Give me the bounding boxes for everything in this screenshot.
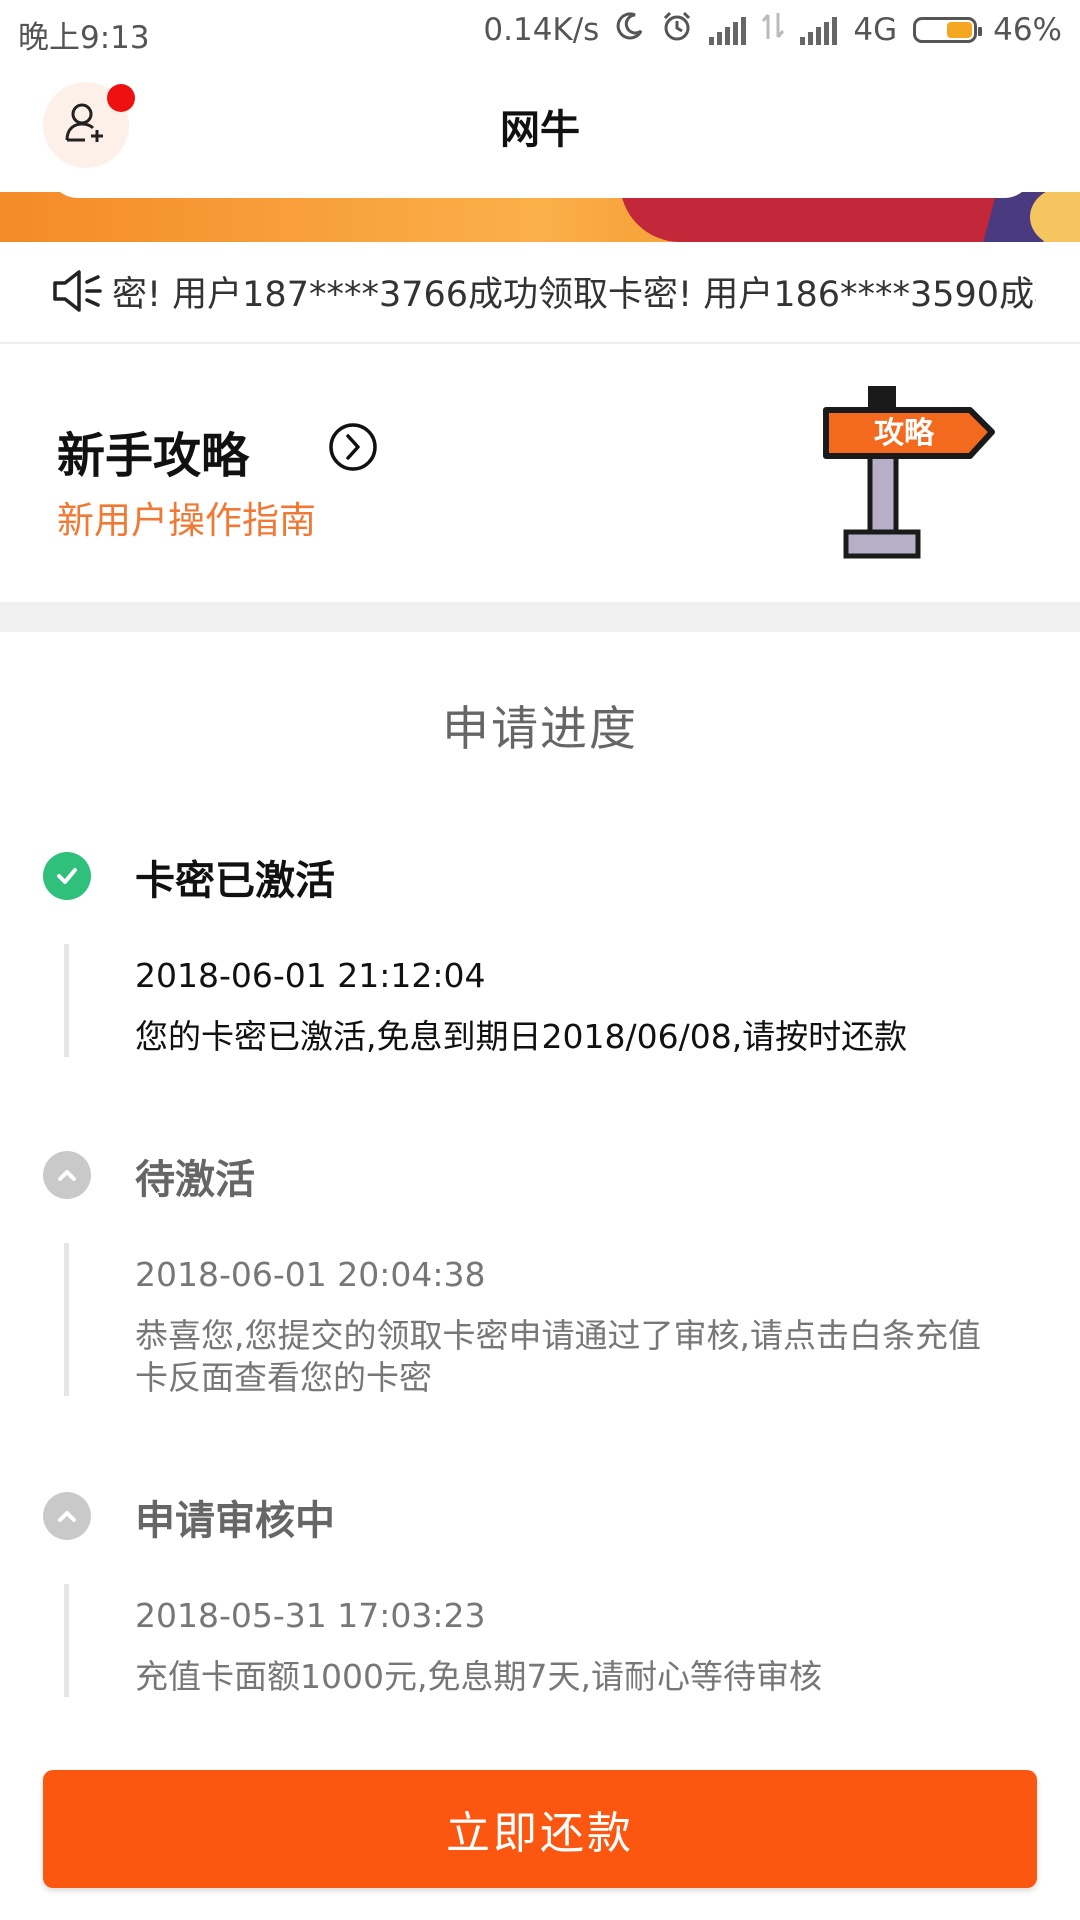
- signal-icon: [709, 15, 747, 45]
- step-time: 2018-05-31 17:03:23: [135, 1596, 486, 1635]
- timeline-line: [64, 944, 69, 1057]
- speaker-icon: [52, 268, 104, 318]
- notice-bar: 密! 用户187****3766成功领取卡密! 用户186****3590成功领…: [0, 242, 1080, 344]
- notice-text: 密! 用户187****3766成功领取卡密! 用户186****3590成功领…: [112, 275, 1036, 315]
- section-divider: [0, 602, 1080, 632]
- guide-subtitle: 新用户操作指南: [57, 499, 316, 542]
- step-time: 2018-06-01 20:04:38: [135, 1255, 486, 1294]
- signal-icon-2: [800, 15, 838, 45]
- status-time: 晚上9:13: [18, 20, 150, 56]
- timeline-line: [64, 1584, 69, 1697]
- moon-icon: [615, 11, 645, 49]
- step-description: 您的卡密已激活,免息到期日2018/06/08,请按时还款: [135, 1017, 908, 1056]
- chevron-up-icon: [43, 1151, 91, 1199]
- guide-heading: 新手攻略: [57, 428, 250, 484]
- chevron-right-circle-icon[interactable]: [327, 421, 379, 477]
- app-header: 网牛: [0, 62, 1080, 192]
- page-title: 网牛: [500, 107, 580, 153]
- data-arrows-icon: [762, 11, 785, 49]
- check-circle-icon: [43, 852, 91, 900]
- signpost-label: 攻略: [874, 416, 935, 451]
- beginner-guide[interactable]: 新手攻略 新用户操作指南 攻略: [0, 344, 1080, 602]
- repay-now-button[interactable]: 立即还款: [43, 1770, 1037, 1888]
- signpost-icon: 攻略: [820, 386, 1000, 580]
- banner-strip[interactable]: [0, 192, 1080, 242]
- step-name: 待激活: [135, 1157, 255, 1203]
- network-type: 4G: [853, 12, 898, 48]
- timeline-line: [64, 1243, 69, 1396]
- status-bar: 晚上9:13 0.14K/s 4G 46%: [0, 0, 1080, 62]
- status-icons: 0.14K/s 4G 46%: [483, 10, 1062, 50]
- step-description: 恭喜您,您提交的领取卡密申请通过了审核,请点击白条充值卡反面查看您的卡密: [135, 1316, 981, 1397]
- step-name: 申请审核中: [135, 1498, 335, 1544]
- battery-icon: [913, 17, 983, 43]
- network-speed: 0.14K/s: [483, 12, 600, 48]
- step-name: 卡密已激活: [135, 858, 335, 904]
- chevron-up-icon: [43, 1492, 91, 1540]
- battery-percent: 46%: [993, 12, 1062, 48]
- progress-title: 申请进度: [442, 702, 638, 757]
- step-description: 充值卡面额1000元,免息期7天,请耐心等待审核: [135, 1657, 822, 1696]
- step-time: 2018-06-01 21:12:04: [135, 956, 486, 995]
- alarm-icon: [661, 10, 693, 50]
